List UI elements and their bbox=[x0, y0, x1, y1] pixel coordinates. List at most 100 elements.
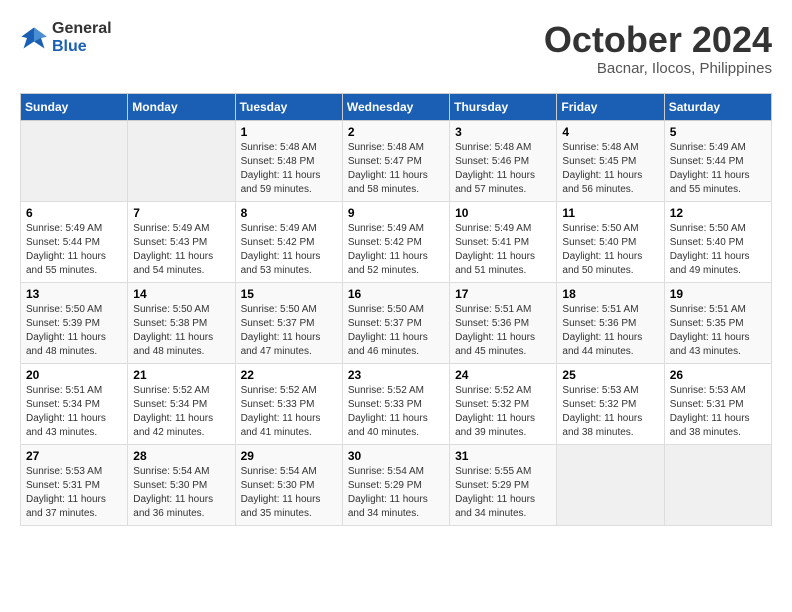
day-number: 17 bbox=[455, 287, 551, 301]
day-info: Sunrise: 5:49 AM Sunset: 5:44 PM Dayligh… bbox=[26, 222, 122, 278]
day-number: 6 bbox=[26, 206, 122, 220]
day-info: Sunrise: 5:48 AM Sunset: 5:47 PM Dayligh… bbox=[348, 141, 444, 197]
logo-text-general: General bbox=[52, 20, 112, 38]
month-title: October 2024 bbox=[544, 20, 772, 60]
calendar-cell: 1 Sunrise: 5:48 AM Sunset: 5:48 PM Daylig… bbox=[235, 120, 342, 201]
calendar-cell: 22 Sunrise: 5:52 AM Sunset: 5:33 PM Dayli… bbox=[235, 363, 342, 444]
calendar-week-row: 20 Sunrise: 5:51 AM Sunset: 5:34 PM Dayli… bbox=[21, 363, 772, 444]
calendar-cell: 20 Sunrise: 5:51 AM Sunset: 5:34 PM Dayli… bbox=[21, 363, 128, 444]
calendar-table: SundayMondayTuesdayWednesdayThursdayFrid… bbox=[20, 93, 772, 526]
calendar-cell bbox=[664, 444, 771, 525]
calendar-cell: 27 Sunrise: 5:53 AM Sunset: 5:31 PM Dayli… bbox=[21, 444, 128, 525]
calendar-week-row: 6 Sunrise: 5:49 AM Sunset: 5:44 PM Daylig… bbox=[21, 201, 772, 282]
day-number: 20 bbox=[26, 368, 122, 382]
day-info: Sunrise: 5:53 AM Sunset: 5:32 PM Dayligh… bbox=[562, 384, 658, 440]
day-info: Sunrise: 5:49 AM Sunset: 5:41 PM Dayligh… bbox=[455, 222, 551, 278]
day-info: Sunrise: 5:50 AM Sunset: 5:39 PM Dayligh… bbox=[26, 303, 122, 359]
day-info: Sunrise: 5:48 AM Sunset: 5:48 PM Dayligh… bbox=[241, 141, 337, 197]
day-number: 21 bbox=[133, 368, 229, 382]
weekday-header-friday: Friday bbox=[557, 93, 664, 120]
calendar-cell: 11 Sunrise: 5:50 AM Sunset: 5:40 PM Dayli… bbox=[557, 201, 664, 282]
calendar-week-row: 13 Sunrise: 5:50 AM Sunset: 5:39 PM Dayli… bbox=[21, 282, 772, 363]
day-number: 11 bbox=[562, 206, 658, 220]
day-info: Sunrise: 5:54 AM Sunset: 5:30 PM Dayligh… bbox=[241, 465, 337, 521]
day-number: 23 bbox=[348, 368, 444, 382]
day-number: 9 bbox=[348, 206, 444, 220]
day-info: Sunrise: 5:51 AM Sunset: 5:35 PM Dayligh… bbox=[670, 303, 766, 359]
day-info: Sunrise: 5:50 AM Sunset: 5:37 PM Dayligh… bbox=[241, 303, 337, 359]
logo: General Blue bbox=[20, 20, 112, 55]
day-info: Sunrise: 5:53 AM Sunset: 5:31 PM Dayligh… bbox=[26, 465, 122, 521]
calendar-cell: 5Sunrise: 5:49 AM Sunset: 5:44 PM Daylig… bbox=[664, 120, 771, 201]
day-info: Sunrise: 5:55 AM Sunset: 5:29 PM Dayligh… bbox=[455, 465, 551, 521]
day-number: 22 bbox=[241, 368, 337, 382]
day-info: Sunrise: 5:51 AM Sunset: 5:36 PM Dayligh… bbox=[562, 303, 658, 359]
calendar-cell: 30Sunrise: 5:54 AM Sunset: 5:29 PM Dayli… bbox=[342, 444, 449, 525]
day-number: 2 bbox=[348, 125, 444, 139]
day-info: Sunrise: 5:54 AM Sunset: 5:30 PM Dayligh… bbox=[133, 465, 229, 521]
calendar-cell: 8Sunrise: 5:49 AM Sunset: 5:42 PM Daylig… bbox=[235, 201, 342, 282]
day-number: 13 bbox=[26, 287, 122, 301]
day-info: Sunrise: 5:50 AM Sunset: 5:40 PM Dayligh… bbox=[562, 222, 658, 278]
calendar-cell: 25 Sunrise: 5:53 AM Sunset: 5:32 PM Dayli… bbox=[557, 363, 664, 444]
calendar-cell: 3 Sunrise: 5:48 AM Sunset: 5:46 PM Daylig… bbox=[450, 120, 557, 201]
day-info: Sunrise: 5:51 AM Sunset: 5:34 PM Dayligh… bbox=[26, 384, 122, 440]
calendar-week-row: 27 Sunrise: 5:53 AM Sunset: 5:31 PM Dayli… bbox=[21, 444, 772, 525]
day-info: Sunrise: 5:52 AM Sunset: 5:32 PM Dayligh… bbox=[455, 384, 551, 440]
calendar-cell: 12 Sunrise: 5:50 AM Sunset: 5:40 PM Dayli… bbox=[664, 201, 771, 282]
day-info: Sunrise: 5:52 AM Sunset: 5:34 PM Dayligh… bbox=[133, 384, 229, 440]
day-number: 31 bbox=[455, 449, 551, 463]
calendar-cell: 28 Sunrise: 5:54 AM Sunset: 5:30 PM Dayli… bbox=[128, 444, 235, 525]
calendar-cell: 7 Sunrise: 5:49 AM Sunset: 5:43 PM Daylig… bbox=[128, 201, 235, 282]
weekday-header-sunday: Sunday bbox=[21, 93, 128, 120]
weekday-header-monday: Monday bbox=[128, 93, 235, 120]
day-info: Sunrise: 5:48 AM Sunset: 5:46 PM Dayligh… bbox=[455, 141, 551, 197]
calendar-cell: 2 Sunrise: 5:48 AM Sunset: 5:47 PM Daylig… bbox=[342, 120, 449, 201]
day-number: 8 bbox=[241, 206, 337, 220]
page-header: General Blue October 2024 Bacnar, Ilocos… bbox=[20, 20, 772, 77]
day-number: 4 bbox=[562, 125, 658, 139]
day-number: 26 bbox=[670, 368, 766, 382]
calendar-cell: 18 Sunrise: 5:51 AM Sunset: 5:36 PM Dayli… bbox=[557, 282, 664, 363]
logo-text-blue: Blue bbox=[52, 38, 112, 56]
calendar-cell: 13 Sunrise: 5:50 AM Sunset: 5:39 PM Dayli… bbox=[21, 282, 128, 363]
day-number: 18 bbox=[562, 287, 658, 301]
location: Bacnar, Ilocos, Philippines bbox=[544, 60, 772, 77]
day-number: 25 bbox=[562, 368, 658, 382]
day-info: Sunrise: 5:49 AM Sunset: 5:43 PM Dayligh… bbox=[133, 222, 229, 278]
calendar-cell: 26Sunrise: 5:53 AM Sunset: 5:31 PM Dayli… bbox=[664, 363, 771, 444]
calendar-cell bbox=[557, 444, 664, 525]
day-info: Sunrise: 5:52 AM Sunset: 5:33 PM Dayligh… bbox=[348, 384, 444, 440]
calendar-week-row: 1 Sunrise: 5:48 AM Sunset: 5:48 PM Daylig… bbox=[21, 120, 772, 201]
day-number: 15 bbox=[241, 287, 337, 301]
weekday-header-wednesday: Wednesday bbox=[342, 93, 449, 120]
day-info: Sunrise: 5:49 AM Sunset: 5:44 PM Dayligh… bbox=[670, 141, 766, 197]
day-number: 19 bbox=[670, 287, 766, 301]
calendar-cell bbox=[128, 120, 235, 201]
day-number: 30 bbox=[348, 449, 444, 463]
day-number: 10 bbox=[455, 206, 551, 220]
calendar-cell: 9Sunrise: 5:49 AM Sunset: 5:42 PM Daylig… bbox=[342, 201, 449, 282]
day-number: 3 bbox=[455, 125, 551, 139]
weekday-header-thursday: Thursday bbox=[450, 93, 557, 120]
day-info: Sunrise: 5:50 AM Sunset: 5:40 PM Dayligh… bbox=[670, 222, 766, 278]
day-info: Sunrise: 5:50 AM Sunset: 5:37 PM Dayligh… bbox=[348, 303, 444, 359]
day-info: Sunrise: 5:51 AM Sunset: 5:36 PM Dayligh… bbox=[455, 303, 551, 359]
day-number: 7 bbox=[133, 206, 229, 220]
weekday-header-tuesday: Tuesday bbox=[235, 93, 342, 120]
calendar-cell: 24 Sunrise: 5:52 AM Sunset: 5:32 PM Dayli… bbox=[450, 363, 557, 444]
day-number: 27 bbox=[26, 449, 122, 463]
calendar-cell: 14 Sunrise: 5:50 AM Sunset: 5:38 PM Dayli… bbox=[128, 282, 235, 363]
day-number: 12 bbox=[670, 206, 766, 220]
calendar-cell: 6 Sunrise: 5:49 AM Sunset: 5:44 PM Daylig… bbox=[21, 201, 128, 282]
day-number: 28 bbox=[133, 449, 229, 463]
day-number: 29 bbox=[241, 449, 337, 463]
weekday-header-saturday: Saturday bbox=[664, 93, 771, 120]
day-number: 24 bbox=[455, 368, 551, 382]
day-number: 14 bbox=[133, 287, 229, 301]
day-info: Sunrise: 5:52 AM Sunset: 5:33 PM Dayligh… bbox=[241, 384, 337, 440]
day-number: 1 bbox=[241, 125, 337, 139]
calendar-header-row: SundayMondayTuesdayWednesdayThursdayFrid… bbox=[21, 93, 772, 120]
calendar-cell bbox=[21, 120, 128, 201]
day-info: Sunrise: 5:50 AM Sunset: 5:38 PM Dayligh… bbox=[133, 303, 229, 359]
